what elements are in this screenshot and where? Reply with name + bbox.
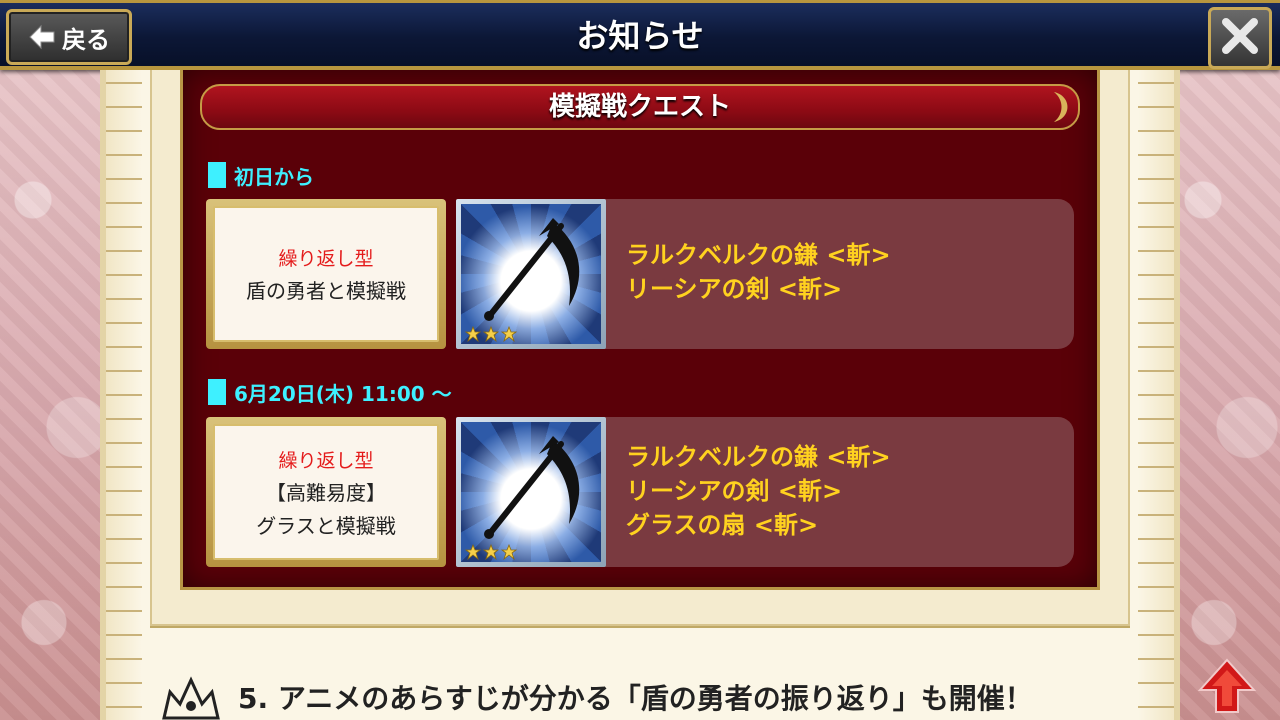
- background-pattern-left: [0, 70, 110, 720]
- background-pattern-right: [1170, 70, 1280, 720]
- quest-card[interactable]: 繰り返し型 【高難易度】 グラスと模擬戦: [206, 417, 446, 567]
- weapon-item[interactable]: [456, 199, 606, 349]
- scythe-icon: [484, 218, 580, 321]
- group-heading-text: 初日から: [234, 164, 314, 189]
- up-arrow-icon[interactable]: [1196, 656, 1258, 716]
- scythe-icon: [484, 436, 580, 539]
- star-icon: [465, 326, 518, 342]
- header-bar: お知らせ 戻る: [0, 0, 1280, 70]
- reward-item: リーシアの剣 <斬>: [626, 477, 843, 505]
- quest-type: 繰り返し型: [278, 248, 374, 270]
- group-heading-text: 6月20日(木) 11:00 ～: [234, 381, 452, 406]
- back-button-label: 戻る: [62, 25, 110, 54]
- quest-name: 盾の勇者と模擬戦: [246, 279, 406, 303]
- rarity-stars: [465, 326, 519, 342]
- reward-item: グラスの扇 <斬>: [626, 511, 819, 539]
- quest-card-body: 繰り返し型 盾の勇者と模擬戦: [213, 206, 439, 342]
- reward-list: ラルクベルクの鎌 <斬> リーシアの剣 <斬>: [626, 240, 891, 304]
- page-title: お知らせ: [576, 17, 704, 55]
- quest-name: 【高難易度】: [266, 480, 386, 505]
- group-heading: 初日から: [208, 160, 314, 190]
- quest-card-body: 繰り返し型 【高難易度】 グラスと模擬戦: [213, 424, 439, 560]
- quest-card[interactable]: 繰り返し型 盾の勇者と模擬戦: [206, 199, 446, 349]
- heading-marker: [208, 162, 226, 188]
- ribbon-ornament-right-icon: [1054, 92, 1068, 122]
- reward-item: リーシアの剣 <斬>: [626, 275, 843, 303]
- panel-border-ornament-left: [106, 70, 142, 720]
- quest-name: グラスと模擬戦: [256, 513, 396, 538]
- weapon-item-art: [461, 204, 601, 344]
- next-section-heading-text: 5. アニメのあらすじが分かる「盾の勇者の振り返り」も開催！: [238, 682, 1033, 715]
- weapon-item[interactable]: [456, 417, 606, 567]
- reward-item: ラルクベルクの鎌 <斬>: [626, 443, 891, 471]
- back-button[interactable]: 戻る: [6, 9, 132, 65]
- close-button[interactable]: [1208, 7, 1272, 69]
- panel-border-ornament-right: [1138, 70, 1174, 720]
- heading-marker: [208, 379, 226, 405]
- star-icon: [465, 544, 518, 560]
- group-heading: 6月20日(木) 11:00 ～: [208, 377, 452, 407]
- reward-list: ラルクベルクの鎌 <斬> リーシアの剣 <斬> グラスの扇 <斬>: [626, 442, 891, 540]
- quest-type: 繰り返し型: [278, 449, 374, 472]
- close-icon: [1218, 14, 1262, 62]
- crown-ornament-icon: [162, 676, 220, 720]
- next-section-heading: 5. アニメのあらすじが分かる「盾の勇者の振り返り」も開催！: [160, 674, 1140, 720]
- rarity-stars: [465, 544, 519, 560]
- left-arrow-icon: [28, 23, 56, 51]
- weapon-item-art: [461, 422, 601, 562]
- reward-item: ラルクベルクの鎌 <斬>: [626, 241, 891, 269]
- section-title: 模擬戦クエスト: [200, 84, 1080, 130]
